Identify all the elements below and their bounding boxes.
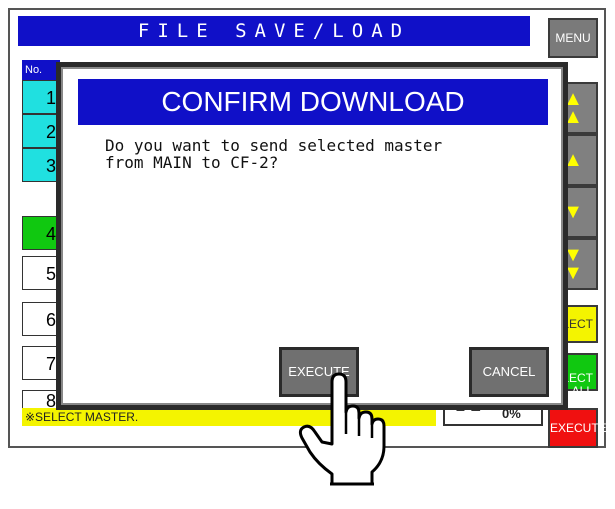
pointing-hand-icon xyxy=(298,372,386,486)
list-header-number: No. xyxy=(22,60,60,80)
list-row-5[interactable]: 5 xyxy=(22,256,60,290)
dialog-message: Do you want to send selected master from… xyxy=(105,136,443,172)
list-row-2[interactable]: 2 xyxy=(22,114,60,148)
list-row-4[interactable]: 4 xyxy=(22,216,60,250)
list-row-7[interactable]: 7 xyxy=(22,346,60,380)
menu-button[interactable]: MENU xyxy=(548,18,598,58)
execute-side-button-label: EXECUTE xyxy=(550,421,607,435)
page-title: FILE SAVE/LOAD xyxy=(18,16,530,46)
execute-side-button[interactable]: EXECUTE xyxy=(548,408,607,448)
dialog-title: CONFIRM DOWNLOAD xyxy=(78,79,548,125)
list-row-1[interactable]: 1 xyxy=(22,80,60,114)
cancel-button[interactable]: CANCEL xyxy=(469,347,549,397)
list-row-8[interactable]: 8 xyxy=(22,390,60,411)
list-row-3[interactable]: 3 xyxy=(22,148,60,182)
confirm-download-dialog: CONFIRM DOWNLOAD Do you want to send sel… xyxy=(56,62,568,410)
list-row-6[interactable]: 6 xyxy=(22,302,60,336)
